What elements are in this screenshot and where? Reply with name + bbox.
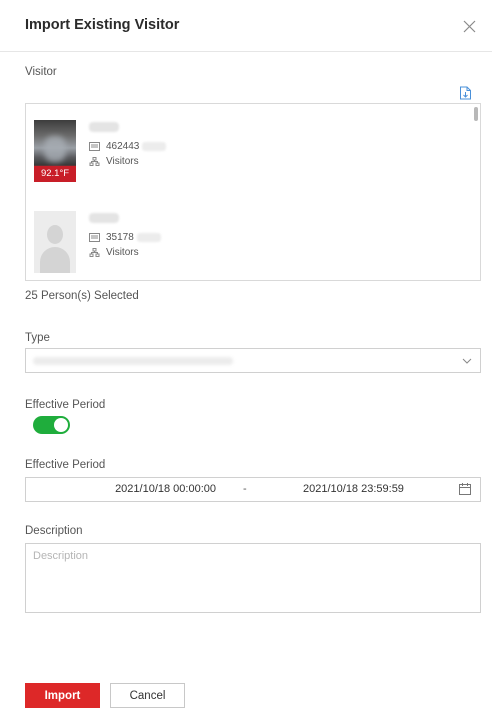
close-icon[interactable] — [462, 19, 477, 34]
import-visitor-dialog: Import Existing Visitor Visitor 92.1°F 4… — [0, 0, 492, 713]
id-card-icon — [89, 232, 100, 242]
chevron-down-icon — [462, 358, 472, 364]
visitor-group-text: Visitors — [106, 246, 139, 258]
visitor-name-redacted — [89, 122, 119, 132]
visitor-id-text: 35178 — [106, 231, 134, 243]
visitor-id: 462443 — [89, 139, 167, 153]
type-value-redacted — [33, 357, 233, 365]
visitor-id-text: 462443 — [106, 140, 140, 152]
type-label: Type — [25, 332, 50, 344]
default-avatar-icon — [34, 211, 76, 273]
effective-period-toggle[interactable] — [33, 416, 70, 434]
effective-period-label: Effective Period — [25, 459, 106, 471]
calendar-icon[interactable] — [459, 483, 471, 495]
list-item[interactable]: 35178 Visitors — [34, 211, 454, 273]
visitor-group: Visitors — [89, 245, 139, 259]
visitor-list[interactable]: 92.1°F 462443 Visitors 35178 Visitors — [25, 103, 481, 281]
visitor-photo: 92.1°F — [34, 120, 76, 182]
effective-period-range[interactable]: 2021/10/18 00:00:00 - 2021/10/18 23:59:5… — [25, 477, 481, 502]
visitor-name-redacted — [89, 213, 119, 223]
visitor-group-text: Visitors — [106, 155, 139, 167]
toggle-knob — [54, 418, 68, 432]
visitor-id-redacted — [136, 232, 161, 242]
type-select[interactable] — [25, 348, 481, 373]
list-scrollbar[interactable] — [474, 107, 478, 121]
id-card-icon — [89, 141, 100, 151]
dialog-title: Import Existing Visitor — [25, 17, 180, 33]
visitor-id: 35178 — [89, 230, 161, 244]
organization-icon — [89, 156, 100, 166]
range-separator: - — [243, 483, 247, 495]
description-field[interactable] — [25, 543, 481, 613]
effective-period-toggle-label: Effective Period — [25, 399, 106, 411]
organization-icon — [89, 247, 100, 257]
visitor-id-redacted — [142, 141, 167, 151]
temperature-badge: 92.1°F — [34, 166, 76, 182]
description-label: Description — [25, 525, 83, 537]
visitor-label: Visitor — [25, 66, 57, 78]
selected-count: 25 Person(s) Selected — [25, 290, 139, 302]
end-time[interactable]: 2021/10/18 23:59:59 — [303, 478, 404, 501]
import-button[interactable]: Import — [25, 683, 100, 708]
dialog-header: Import Existing Visitor — [0, 0, 492, 52]
cancel-button[interactable]: Cancel — [110, 683, 185, 708]
export-file-icon[interactable] — [459, 86, 472, 100]
start-time[interactable]: 2021/10/18 00:00:00 — [26, 478, 216, 501]
list-item[interactable]: 92.1°F 462443 Visitors — [34, 120, 454, 182]
visitor-group: Visitors — [89, 154, 139, 168]
